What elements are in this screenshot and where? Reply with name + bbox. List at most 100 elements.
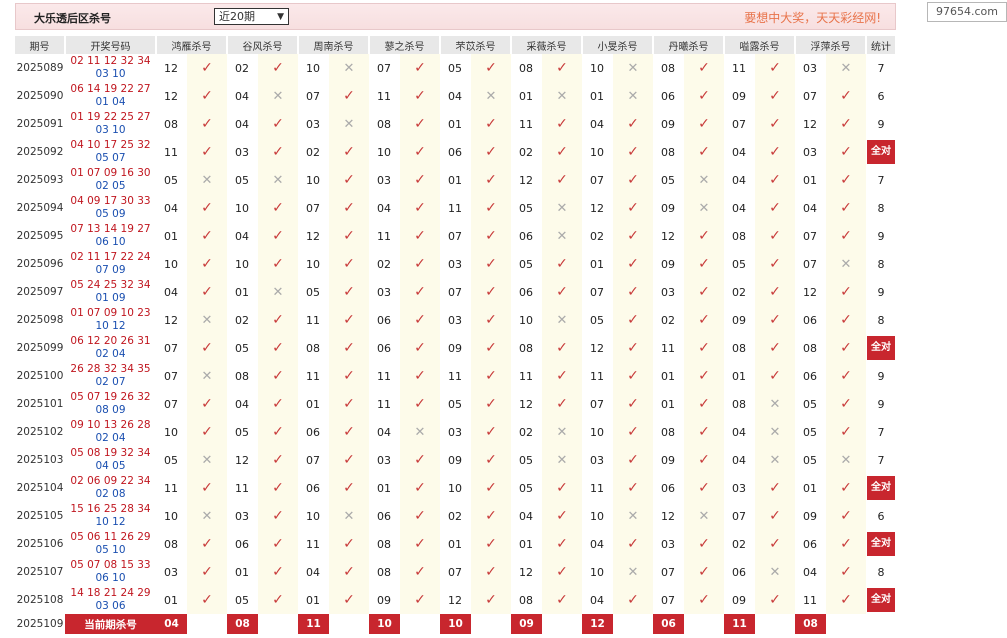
front-numbers: 05 07 19 26 32 — [70, 391, 151, 403]
spacer — [684, 614, 724, 634]
result-mark: ✓ — [400, 530, 440, 558]
period-cell: 2025100 — [16, 370, 64, 382]
result-mark: ✓ — [826, 138, 866, 166]
kill-number: 01 — [164, 229, 178, 243]
result-mark: ✓ — [542, 530, 582, 558]
period-cell: 2025096 — [16, 258, 64, 270]
check-icon: ✓ — [201, 340, 213, 356]
kill-number: 07 — [306, 89, 320, 103]
current-pick: 11 — [724, 614, 755, 634]
result-mark: ✓ — [187, 530, 227, 558]
check-icon: ✓ — [272, 116, 284, 132]
kill-number: 08 — [661, 425, 675, 439]
kill-number: 03 — [732, 481, 746, 495]
back-numbers: 01 04 — [95, 96, 126, 108]
result-mark: ✕ — [329, 110, 369, 138]
period-cell: 2025107 — [16, 566, 64, 578]
result-mark: ✕ — [187, 306, 227, 334]
kill-number: 01 — [306, 397, 320, 411]
result-mark: ✓ — [684, 110, 724, 138]
kill-number: 10 — [235, 201, 249, 215]
front-numbers: 05 06 11 26 29 — [70, 531, 151, 543]
kill-number: 05 — [803, 425, 817, 439]
kill-number: 05 — [590, 313, 604, 327]
kill-number: 03 — [377, 285, 391, 299]
kill-number: 04 — [235, 117, 249, 131]
result-mark: ✓ — [187, 418, 227, 446]
check-icon: ✓ — [556, 564, 568, 580]
check-icon: ✓ — [272, 480, 284, 496]
spacer — [613, 614, 653, 634]
result-mark: ✓ — [258, 390, 298, 418]
result-mark: ✓ — [684, 362, 724, 390]
front-numbers: 14 18 21 24 29 — [70, 587, 151, 599]
back-numbers: 06 10 — [95, 572, 126, 584]
result-mark: ✓ — [613, 446, 653, 474]
current-pick: 08 — [227, 614, 258, 634]
result-mark: ✓ — [755, 278, 795, 306]
check-icon: ✓ — [840, 340, 852, 356]
kill-number: 05 — [661, 173, 675, 187]
result-mark: ✓ — [471, 278, 511, 306]
kill-number: 06 — [306, 425, 320, 439]
cross-icon: ✕ — [840, 452, 852, 468]
kill-number: 04 — [732, 173, 746, 187]
kill-number: 04 — [590, 117, 604, 131]
kill-number: 08 — [803, 341, 817, 355]
check-icon: ✓ — [769, 256, 781, 272]
table-row: 2025101 05 07 19 26 32 08 09 07 ✓ 04 ✓ 01 ✓ 11 ✓ 05… — [15, 390, 896, 418]
check-icon: ✓ — [698, 452, 710, 468]
result-mark: ✓ — [258, 306, 298, 334]
back-numbers: 02 05 — [95, 180, 126, 192]
result-mark: ✓ — [471, 110, 511, 138]
current-row: 2025109 当前期杀号 04 08 11 10 10 09 12 06 11 08 — [15, 614, 896, 634]
kill-number: 09 — [661, 201, 675, 215]
cross-icon: ✕ — [343, 508, 355, 524]
check-icon: ✓ — [485, 564, 497, 580]
back-numbers: 10 12 — [95, 320, 126, 332]
check-icon: ✓ — [769, 172, 781, 188]
kill-number: 06 — [803, 537, 817, 551]
kill-number: 12 — [306, 229, 320, 243]
result-mark: ✕ — [613, 502, 653, 530]
kill-number: 02 — [519, 145, 533, 159]
kill-number: 12 — [803, 117, 817, 131]
result-mark: ✓ — [826, 110, 866, 138]
all-correct-badge: 全对 — [867, 476, 895, 500]
kill-number: 11 — [164, 145, 178, 159]
kill-number: 05 — [235, 173, 249, 187]
kill-number: 07 — [448, 565, 462, 579]
kill-number: 03 — [235, 145, 249, 159]
kill-number: 07 — [448, 285, 462, 299]
check-icon: ✓ — [698, 340, 710, 356]
column-header: 期号 — [15, 36, 66, 54]
kill-number: 07 — [377, 61, 391, 75]
kill-number: 02 — [306, 145, 320, 159]
result-mark: ✓ — [187, 250, 227, 278]
check-icon: ✓ — [698, 88, 710, 104]
check-icon: ✓ — [840, 88, 852, 104]
check-icon: ✓ — [840, 564, 852, 580]
result-mark: ✓ — [542, 390, 582, 418]
check-icon: ✓ — [698, 312, 710, 328]
result-mark: ✓ — [542, 166, 582, 194]
result-mark: ✓ — [542, 334, 582, 362]
result-mark: ✓ — [329, 250, 369, 278]
check-icon: ✓ — [485, 480, 497, 496]
stat-cell: 8 — [877, 201, 885, 215]
kill-number: 01 — [732, 369, 746, 383]
check-icon: ✓ — [343, 452, 355, 468]
result-mark: ✓ — [258, 110, 298, 138]
period-select[interactable]: 近20期 ▼ — [214, 8, 289, 25]
result-mark: ✕ — [755, 446, 795, 474]
result-mark: ✓ — [826, 222, 866, 250]
table-row: 2025107 05 07 08 15 33 06 10 03 ✓ 01 ✓ 04 ✓ 08 ✓ 07… — [15, 558, 896, 586]
cross-icon: ✕ — [769, 396, 781, 412]
period-cell: 2025104 — [16, 482, 64, 494]
check-icon: ✓ — [840, 228, 852, 244]
stat-cell: 6 — [877, 509, 885, 523]
check-icon: ✓ — [414, 592, 426, 608]
result-mark: ✓ — [613, 306, 653, 334]
table-header-row: 期号 开奖号码 鸿雁杀号 谷风杀号 周南杀号 蓼之杀号 芣苡杀号 采薇杀号 小旻杀号 丹曦杀号 嗌露… — [15, 36, 897, 54]
result-mark: ✓ — [258, 502, 298, 530]
